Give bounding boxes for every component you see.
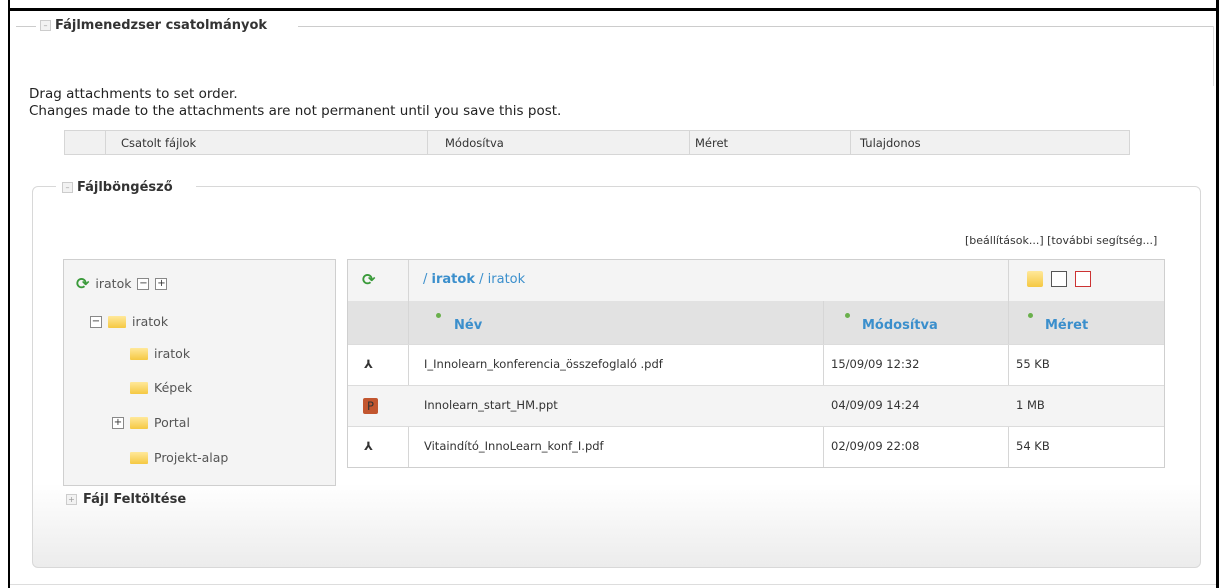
- file-name[interactable]: Vitaindító_InnoLearn_konf_I.pdf: [424, 439, 604, 453]
- file-name[interactable]: I_Innolearn_konferencia_összefoglaló .pd…: [424, 357, 663, 371]
- sort-icon: [1028, 313, 1033, 318]
- file-size: 1 MB: [1016, 398, 1045, 412]
- file-size: 54 KB: [1016, 439, 1050, 453]
- file-name[interactable]: Innolearn_start_HM.ppt: [424, 398, 558, 412]
- breadcrumb: / iratok / iratok: [423, 272, 525, 287]
- breadcrumb-current[interactable]: iratok: [488, 272, 526, 287]
- browser-links: [beállítások...] [további segítség...]: [965, 234, 1157, 247]
- breadcrumb-separator: /: [423, 272, 428, 287]
- column-separator: [427, 131, 428, 154]
- tree-item-label[interactable]: iratok: [132, 314, 168, 329]
- pdf-icon: ⅄: [364, 439, 373, 453]
- path-bar: ⟳ / iratok / iratok: [348, 260, 1164, 302]
- window-border-left: [8, 0, 10, 588]
- sort-icon: [845, 313, 850, 318]
- tree-item-portal[interactable]: + Portal: [112, 415, 190, 430]
- collapse-icon[interactable]: –: [40, 20, 51, 31]
- settings-link[interactable]: [beállítások...]: [965, 234, 1044, 247]
- tree-root[interactable]: ⟳ iratok − +: [76, 274, 168, 293]
- expand-icon[interactable]: +: [66, 494, 77, 505]
- col-modified[interactable]: Módosítva: [445, 136, 504, 150]
- folder-icon: [130, 451, 148, 464]
- window-border-top: [8, 8, 1219, 11]
- expand-all-icon[interactable]: +: [155, 277, 168, 290]
- folder-icon: [130, 416, 148, 429]
- tree-root-label[interactable]: iratok: [95, 276, 131, 291]
- tree-item-label[interactable]: Képek: [154, 380, 192, 395]
- upload-legend[interactable]: + Fájl Feltöltése: [66, 492, 186, 507]
- tree-item-iratok-sub[interactable]: iratok: [130, 346, 190, 361]
- fieldset-border: [1213, 26, 1214, 86]
- col-size[interactable]: Méret: [695, 136, 728, 150]
- refresh-icon[interactable]: ⟳: [76, 274, 89, 293]
- file-row[interactable]: P Innolearn_start_HM.ppt 04/09/09 14:24 …: [348, 385, 1164, 427]
- attachments-info: Drag attachments to set order. Changes m…: [29, 86, 561, 120]
- column-separator: [105, 131, 106, 154]
- attachments-legend-label: Fájlmenedzser csatolmányok: [55, 18, 268, 33]
- info-line-drag: Drag attachments to set order.: [29, 86, 238, 102]
- tree-item-label[interactable]: iratok: [154, 346, 190, 361]
- column-separator: [850, 131, 851, 154]
- refresh-icon[interactable]: ⟳: [362, 270, 375, 289]
- collapse-icon[interactable]: −: [90, 315, 102, 328]
- ppt-icon: P: [363, 398, 378, 414]
- panel-bottom-border: [10, 584, 1216, 585]
- col-owner[interactable]: Tulajdonos: [860, 136, 921, 150]
- tree-item-kepek[interactable]: Képek: [130, 380, 192, 395]
- breadcrumb-root[interactable]: iratok: [432, 272, 475, 287]
- tree-item-label[interactable]: Projekt-alap: [154, 450, 228, 465]
- attachments-table-header: Csatolt fájlok Módosítva Méret Tulajdono…: [64, 130, 1130, 155]
- move-icon[interactable]: [1075, 271, 1091, 287]
- folder-icon: [108, 315, 126, 328]
- col-modified[interactable]: Módosítva: [862, 318, 938, 333]
- file-list: ⟳ / iratok / iratok Név Módosítva Méret …: [347, 259, 1165, 468]
- file-size: 55 KB: [1016, 357, 1050, 371]
- collapse-icon[interactable]: –: [62, 182, 73, 193]
- file-modified: 02/09/09 22:08: [831, 439, 920, 453]
- fieldset-border: [298, 26, 1214, 27]
- attachments-legend[interactable]: – Fájlmenedzser csatolmányok: [40, 18, 267, 33]
- folder-icon: [130, 381, 148, 394]
- help-link[interactable]: [további segítség...]: [1047, 234, 1157, 247]
- file-browser-legend[interactable]: – Fájlböngésző: [62, 180, 173, 195]
- fieldset-border: [16, 26, 36, 27]
- sort-icon: [436, 313, 441, 318]
- copy-icon[interactable]: [1051, 271, 1067, 287]
- folder-tree: ⟳ iratok − + − iratok iratok Képek + Por…: [63, 259, 336, 486]
- pdf-icon: ⅄: [364, 357, 373, 371]
- breadcrumb-separator: /: [479, 272, 484, 287]
- tree-item-label[interactable]: Portal: [154, 415, 190, 430]
- upload-legend-label: Fájl Feltöltése: [83, 492, 187, 507]
- info-line-changes: Changes made to the attachments are not …: [29, 103, 562, 119]
- new-folder-icon[interactable]: [1027, 271, 1043, 287]
- col-attached-files[interactable]: Csatolt fájlok: [121, 136, 196, 150]
- tree-item-projekt-alap[interactable]: Projekt-alap: [130, 450, 228, 465]
- folder-icon: [130, 347, 148, 360]
- column-separator: [689, 131, 690, 154]
- file-browser-legend-label: Fájlböngésző: [77, 180, 173, 195]
- collapse-all-icon[interactable]: −: [137, 277, 150, 290]
- col-size[interactable]: Méret: [1045, 318, 1088, 333]
- tree-item-iratok[interactable]: − iratok: [90, 314, 168, 329]
- file-modified: 15/09/09 12:32: [831, 357, 920, 371]
- expand-icon[interactable]: +: [112, 416, 124, 429]
- file-modified: 04/09/09 14:24: [831, 398, 920, 412]
- col-name[interactable]: Név: [454, 318, 482, 333]
- file-row[interactable]: ⅄ I_Innolearn_konferencia_összefoglaló .…: [348, 344, 1164, 386]
- file-row[interactable]: ⅄ Vitaindító_InnoLearn_konf_I.pdf 02/09/…: [348, 426, 1164, 468]
